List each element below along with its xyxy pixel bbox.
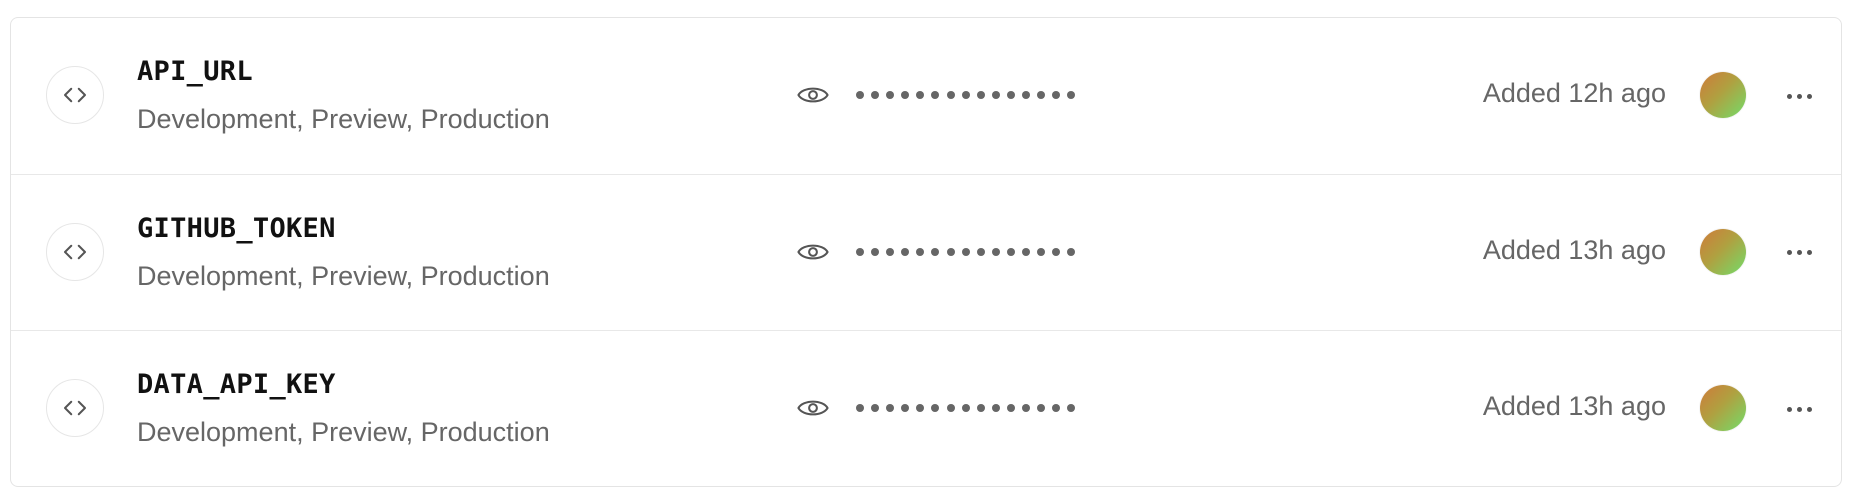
env-var-row: DATA_API_KEY Development, Preview, Produ… bbox=[11, 331, 1841, 486]
mask-dot bbox=[931, 247, 940, 256]
mask-dot bbox=[946, 247, 955, 256]
masked-secret-value bbox=[856, 239, 1076, 265]
mask-dot bbox=[931, 91, 940, 99]
more-horizontal-icon bbox=[1786, 406, 1792, 412]
mask-dot bbox=[976, 404, 985, 412]
mask-dot bbox=[901, 91, 910, 99]
avatar bbox=[1700, 228, 1746, 275]
mask-dot bbox=[856, 91, 864, 99]
masked-secret-value bbox=[856, 82, 1076, 108]
env-var-environments: Development, Preview, Production bbox=[137, 104, 550, 134]
avatar bbox=[1700, 385, 1746, 431]
env-var-environments: Development, Preview, Production bbox=[137, 260, 550, 291]
avatar bbox=[1700, 72, 1746, 118]
reveal-value-button[interactable] bbox=[793, 77, 833, 113]
mask-dot bbox=[1067, 404, 1076, 412]
mask-dot bbox=[1022, 404, 1031, 412]
mask-dot bbox=[901, 404, 910, 412]
added-timestamp: Added 13h ago bbox=[1482, 391, 1666, 421]
reveal-value-button[interactable] bbox=[793, 234, 833, 270]
mask-dot bbox=[886, 404, 895, 412]
mask-dot bbox=[961, 247, 970, 256]
mask-dot bbox=[916, 404, 925, 412]
more-horizontal-icon bbox=[1786, 250, 1792, 255]
added-timestamp: Added 12h ago bbox=[1482, 78, 1666, 108]
eye-icon bbox=[797, 244, 829, 259]
mask-dot bbox=[886, 247, 895, 256]
env-var-environments: Development, Preview, Production bbox=[137, 417, 550, 447]
reveal-value-button[interactable] bbox=[793, 390, 833, 426]
env-var-name: DATA_API_KEY bbox=[137, 369, 336, 400]
env-var-list: API_URL Development, Preview, Production… bbox=[10, 17, 1842, 487]
mask-dot bbox=[991, 91, 1000, 99]
env-var-name: API_URL bbox=[137, 56, 253, 87]
code-brackets-icon bbox=[46, 222, 104, 281]
mask-dot bbox=[1052, 91, 1061, 99]
masked-secret-value bbox=[856, 395, 1076, 421]
mask-dot bbox=[856, 247, 864, 256]
mask-dot bbox=[916, 91, 925, 99]
code-brackets-icon bbox=[46, 66, 104, 124]
added-timestamp: Added 13h ago bbox=[1482, 234, 1666, 265]
mask-dot bbox=[991, 247, 1000, 256]
mask-dot bbox=[871, 91, 880, 99]
mask-dot bbox=[976, 91, 985, 99]
mask-dot bbox=[946, 91, 955, 99]
mask-dot bbox=[856, 404, 864, 412]
env-var-row: API_URL Development, Preview, Production… bbox=[11, 18, 1841, 175]
more-options-button[interactable] bbox=[1777, 236, 1821, 270]
mask-dot bbox=[1006, 247, 1015, 256]
mask-dot bbox=[961, 91, 970, 99]
mask-dot bbox=[961, 404, 970, 412]
mask-dot bbox=[1006, 404, 1015, 412]
mask-dot bbox=[886, 91, 895, 99]
mask-dot bbox=[1067, 91, 1076, 99]
mask-dot bbox=[1037, 247, 1046, 256]
mask-dot bbox=[946, 404, 955, 412]
code-brackets-icon bbox=[46, 379, 104, 437]
mask-dot bbox=[1052, 404, 1061, 412]
mask-dot bbox=[1037, 404, 1046, 412]
more-options-button[interactable] bbox=[1777, 79, 1821, 113]
mask-dot bbox=[1022, 91, 1031, 99]
mask-dot bbox=[901, 247, 910, 256]
more-horizontal-icon bbox=[1786, 93, 1792, 99]
env-var-row: GITHUB_TOKEN Development, Preview, Produ… bbox=[11, 175, 1841, 331]
env-var-name: GITHUB_TOKEN bbox=[137, 212, 336, 244]
mask-dot bbox=[1037, 91, 1046, 99]
more-options-button[interactable] bbox=[1777, 392, 1821, 426]
mask-dot bbox=[1006, 91, 1015, 99]
mask-dot bbox=[976, 247, 985, 256]
mask-dot bbox=[931, 404, 940, 412]
mask-dot bbox=[1052, 247, 1061, 256]
mask-dot bbox=[991, 404, 1000, 412]
mask-dot bbox=[916, 247, 925, 256]
mask-dot bbox=[1067, 247, 1076, 256]
mask-dot bbox=[871, 404, 880, 412]
eye-icon bbox=[797, 400, 829, 416]
eye-icon bbox=[797, 87, 829, 103]
mask-dot bbox=[1022, 247, 1031, 256]
mask-dot bbox=[871, 247, 880, 256]
